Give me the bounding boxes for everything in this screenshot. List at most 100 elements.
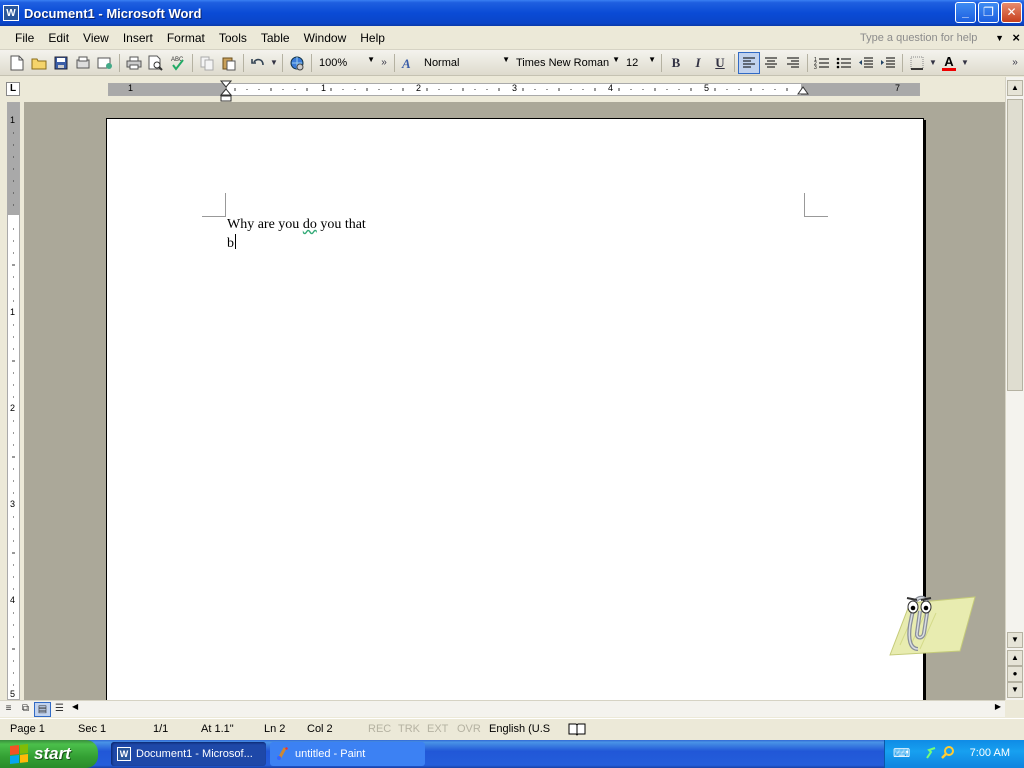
toolbar-options-icon[interactable]: » — [377, 52, 391, 74]
print-preview-icon[interactable] — [145, 52, 167, 74]
borders-icon[interactable] — [906, 52, 928, 74]
toolbar-separator — [282, 53, 283, 72]
ruler-number: 4 — [10, 595, 16, 605]
copy-icon[interactable] — [196, 52, 218, 74]
vertical-ruler[interactable]: 1 1 2 3 4 5 — [7, 102, 20, 700]
outline-view-icon[interactable]: ☰ — [51, 702, 68, 717]
minimize-button[interactable]: _ — [955, 2, 976, 23]
spelling-status-book-icon[interactable] — [568, 722, 586, 739]
insert-hyperlink-icon[interactable] — [286, 52, 308, 74]
undo-icon[interactable] — [247, 52, 269, 74]
ruler-number: 1 — [10, 115, 16, 125]
increase-indent-icon[interactable] — [877, 52, 899, 74]
horizontal-scrollbar[interactable]: ≡ ⧉ ▤ ☰ ◀ ▶ — [0, 700, 1005, 717]
close-button[interactable]: ✕ — [1001, 2, 1022, 23]
office-assistant-clippy-icon[interactable] — [880, 585, 976, 665]
network-icon[interactable] — [925, 746, 939, 763]
scroll-left-icon[interactable]: ◀ — [72, 702, 78, 711]
search-icon[interactable] — [941, 746, 955, 763]
status-language[interactable]: English (U.S — [489, 723, 550, 735]
print-icon[interactable] — [123, 52, 145, 74]
bullets-icon[interactable] — [833, 52, 855, 74]
permission-icon[interactable] — [72, 52, 94, 74]
word-app-icon[interactable]: W — [3, 5, 19, 21]
numbering-icon[interactable]: 123 — [811, 52, 833, 74]
scroll-down-icon[interactable]: ▼ — [1007, 632, 1023, 648]
status-trk[interactable]: TRK — [398, 723, 420, 735]
menu-help[interactable]: Help — [353, 31, 392, 45]
vertical-scrollbar[interactable]: ▲ ▼ ▲ ● ▼ — [1005, 77, 1024, 700]
new-document-icon[interactable] — [6, 52, 28, 74]
spelling-grammar-icon[interactable]: ABC — [167, 52, 189, 74]
ruler-number: 2 — [416, 83, 422, 93]
zoom-combo[interactable]: 100% ▼ — [315, 54, 377, 72]
right-indent-marker-icon[interactable] — [797, 86, 809, 96]
menu-tools[interactable]: Tools — [212, 31, 254, 45]
tab-selector-icon[interactable]: L — [6, 82, 20, 96]
taskbar-item-word[interactable]: W Document1 - Microsof... — [111, 742, 266, 766]
save-icon[interactable] — [50, 52, 72, 74]
menu-format[interactable]: Format — [160, 31, 212, 45]
menu-edit[interactable]: Edit — [41, 31, 76, 45]
document-line-2: b — [227, 234, 236, 251]
email-icon[interactable] — [94, 52, 116, 74]
spelling-error-word[interactable]: do — [303, 217, 317, 232]
font-color-dropdown-icon[interactable]: ▼ — [960, 52, 970, 74]
taskbar-clock[interactable]: 7:00 AM — [970, 747, 1010, 759]
ruler-number: 1 — [321, 83, 327, 93]
document-body[interactable]: Why are you do you that b — [227, 215, 366, 253]
menu-view[interactable]: View — [76, 31, 116, 45]
align-right-icon[interactable] — [782, 52, 804, 74]
help-question-input[interactable]: Type a question for help — [856, 30, 1006, 46]
normal-view-icon[interactable]: ≡ — [0, 702, 17, 717]
paste-icon[interactable] — [218, 52, 240, 74]
document-page[interactable]: Why are you do you that b — [106, 118, 924, 700]
web-layout-view-icon[interactable]: ⧉ — [17, 702, 34, 717]
indent-markers-icon[interactable] — [220, 80, 232, 102]
text-cursor — [235, 234, 236, 249]
chevron-down-icon[interactable]: ▼ — [648, 55, 656, 64]
print-layout-view-icon[interactable]: ▤ — [34, 701, 51, 717]
menu-insert[interactable]: Insert — [116, 31, 160, 45]
menu-window[interactable]: Window — [297, 31, 354, 45]
help-dropdown-arrow-icon[interactable]: ▼ — [995, 30, 1004, 46]
underline-button[interactable]: U — [709, 52, 731, 74]
restore-button[interactable]: ❐ — [978, 2, 999, 23]
italic-button[interactable]: I — [687, 52, 709, 74]
ruler-number: 4 — [608, 83, 614, 93]
next-page-icon[interactable]: ▼ — [1007, 682, 1023, 698]
font-size-combo[interactable]: 12 ▼ — [622, 54, 658, 72]
font-combo[interactable]: Times New Roman ▼ — [512, 54, 622, 72]
scroll-right-icon[interactable]: ▶ — [995, 702, 1001, 711]
borders-dropdown-icon[interactable]: ▼ — [928, 52, 938, 74]
status-ext[interactable]: EXT — [427, 723, 448, 735]
scroll-up-icon[interactable]: ▲ — [1007, 80, 1023, 96]
status-rec[interactable]: REC — [368, 723, 391, 735]
align-center-icon[interactable] — [760, 52, 782, 74]
toolbar: ABC ▼ 100% ▼ » A Normal ▼ Times New Roma… — [0, 50, 1024, 76]
bold-button[interactable]: B — [665, 52, 687, 74]
horizontal-scroll-track[interactable] — [86, 702, 986, 716]
previous-page-icon[interactable]: ▲ — [1007, 650, 1023, 666]
font-color-icon[interactable]: A — [938, 52, 960, 74]
open-folder-icon[interactable] — [28, 52, 50, 74]
scrollbar-thumb[interactable] — [1007, 99, 1023, 391]
styles-formatting-icon[interactable]: A — [398, 52, 420, 74]
start-button[interactable]: start — [0, 740, 98, 768]
chevron-down-icon[interactable]: ▼ — [367, 55, 375, 64]
chevron-down-icon[interactable]: ▼ — [612, 55, 620, 64]
zoom-value: 100% — [319, 56, 348, 69]
toolbar-options-icon[interactable]: » — [1008, 52, 1022, 74]
select-browse-object-icon[interactable]: ● — [1007, 666, 1023, 682]
document-close-icon[interactable]: × — [1012, 30, 1020, 45]
undo-dropdown-icon[interactable]: ▼ — [269, 52, 279, 74]
status-ovr[interactable]: OVR — [457, 723, 481, 735]
align-left-icon[interactable] — [738, 51, 760, 74]
decrease-indent-icon[interactable] — [855, 52, 877, 74]
menu-file[interactable]: File — [8, 31, 41, 45]
taskbar-item-paint[interactable]: untitled - Paint — [270, 742, 425, 766]
menu-table[interactable]: Table — [254, 31, 297, 45]
keyboard-icon[interactable]: ⌨ — [893, 746, 910, 760]
chevron-down-icon[interactable]: ▼ — [502, 55, 510, 64]
style-combo[interactable]: Normal ▼ — [420, 54, 512, 72]
